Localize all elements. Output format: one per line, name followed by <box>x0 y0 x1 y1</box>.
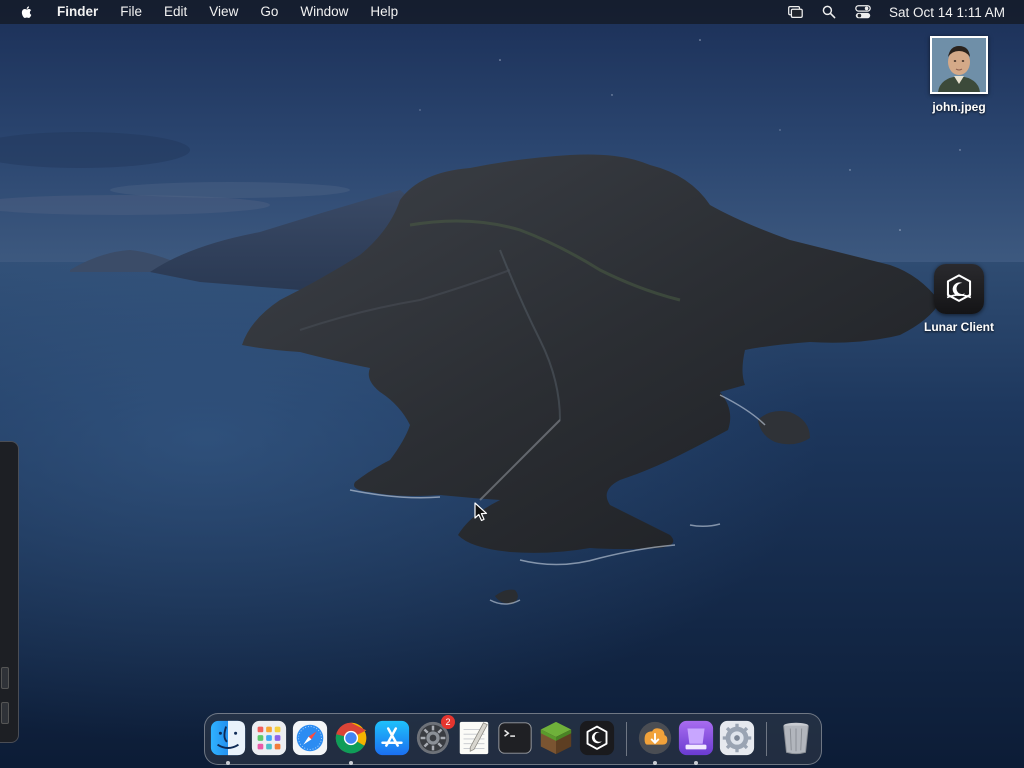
chrome-icon <box>335 722 367 754</box>
finder-icon <box>210 720 246 756</box>
menu-edit[interactable]: Edit <box>153 0 198 24</box>
dock-downloads[interactable] <box>636 719 674 765</box>
dock-launchpad[interactable] <box>250 719 288 757</box>
dock: 2 <box>204 713 822 765</box>
desktop-item-label: Lunar Client <box>923 320 994 334</box>
menu-go[interactable]: Go <box>249 0 289 24</box>
installer-icon <box>678 720 714 756</box>
dock-trash[interactable] <box>777 719 815 757</box>
notification-badge: 2 <box>441 715 455 729</box>
lunar-client-icon <box>934 264 984 314</box>
window-handle[interactable] <box>1 702 9 724</box>
control-center-icon[interactable] <box>853 2 873 22</box>
dock-separator <box>626 722 627 756</box>
terminal-icon <box>498 722 532 754</box>
image-file-icon <box>930 36 988 94</box>
textedit-icon <box>459 721 489 755</box>
screen-mirroring-icon[interactable] <box>785 2 805 22</box>
dock-minecraft[interactable] <box>537 719 575 757</box>
running-indicator <box>694 761 698 765</box>
mouse-pointer-icon <box>474 502 488 522</box>
dock-installer[interactable] <box>677 719 715 765</box>
running-indicator <box>226 761 230 765</box>
dock-textedit[interactable] <box>455 719 493 757</box>
window-handle[interactable] <box>1 667 9 689</box>
dock-terminal[interactable] <box>496 719 534 757</box>
dock-system-settings[interactable]: 2 <box>414 715 455 757</box>
minecraft-icon <box>540 721 572 755</box>
dock-lunar-client[interactable] <box>578 719 616 757</box>
spotlight-search-icon[interactable] <box>819 2 839 22</box>
launchpad-icon <box>251 720 287 756</box>
menu-view[interactable]: View <box>198 0 249 24</box>
running-indicator <box>349 761 353 765</box>
desktop-item-label: john.jpeg <box>932 100 986 114</box>
dock-system-preferences[interactable] <box>718 719 756 757</box>
desktop-wallpaper <box>0 0 1024 768</box>
downloads-icon <box>638 721 672 755</box>
dock-safari[interactable] <box>291 719 329 757</box>
system-preferences-icon <box>719 720 755 756</box>
menu-help[interactable]: Help <box>359 0 409 24</box>
menu-app-name[interactable]: Finder <box>46 0 109 24</box>
menu-window[interactable]: Window <box>289 0 359 24</box>
lunar-client-icon <box>579 720 615 756</box>
desktop-item-lunar-client[interactable]: Lunar Client <box>914 264 1004 334</box>
dock-chrome[interactable] <box>332 719 370 765</box>
dock-finder[interactable] <box>209 719 247 765</box>
trash-icon <box>783 722 809 755</box>
menu-file[interactable]: File <box>109 0 153 24</box>
dock-separator <box>766 722 767 756</box>
desktop-item-john-jpeg[interactable]: john.jpeg <box>914 36 1004 114</box>
dock-app-store[interactable] <box>373 719 411 757</box>
safari-icon <box>292 720 328 756</box>
menu-bar-clock[interactable]: Sat Oct 14 1:11 AM <box>889 5 1005 20</box>
apple-logo-icon[interactable] <box>18 3 36 21</box>
offscreen-window-edge[interactable] <box>0 441 19 743</box>
menu-bar: Finder File Edit View Go Window Help Sat… <box>0 0 1024 24</box>
running-indicator <box>653 761 657 765</box>
app-store-icon <box>374 720 410 756</box>
